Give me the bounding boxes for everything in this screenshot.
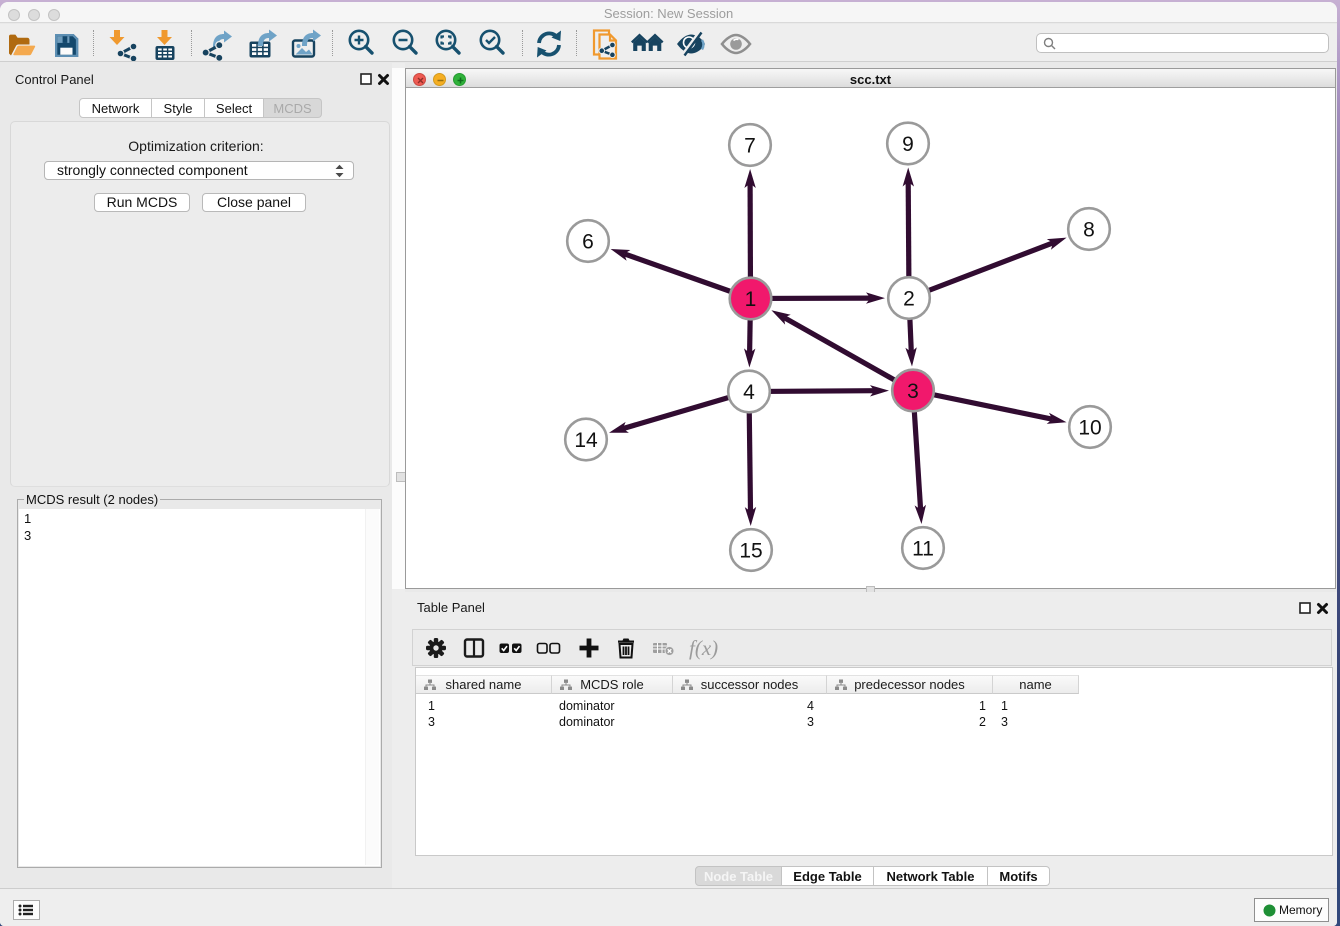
svg-text:6: 6 bbox=[582, 231, 594, 254]
svg-text:14: 14 bbox=[574, 429, 598, 452]
svg-text:3: 3 bbox=[907, 380, 919, 403]
svg-text:7: 7 bbox=[744, 135, 756, 158]
svg-text:8: 8 bbox=[1083, 219, 1095, 242]
svg-text:1: 1 bbox=[745, 288, 757, 311]
svg-text:4: 4 bbox=[743, 381, 755, 404]
svg-text:9: 9 bbox=[902, 133, 914, 156]
svg-text:2: 2 bbox=[903, 288, 915, 311]
svg-text:11: 11 bbox=[912, 538, 934, 561]
svg-text:15: 15 bbox=[739, 540, 762, 563]
svg-text:10: 10 bbox=[1078, 417, 1101, 440]
